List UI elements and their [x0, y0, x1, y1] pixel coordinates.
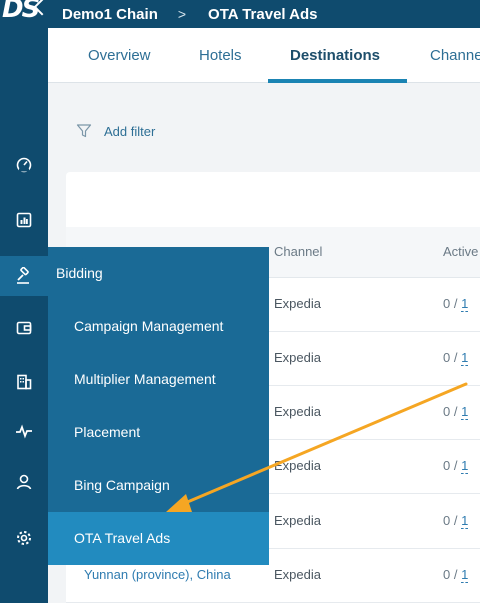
user-icon: [16, 474, 32, 490]
tab-channels[interactable]: Channels: [430, 28, 480, 83]
bidding-gavel-icon: [17, 267, 29, 284]
sidebar-item-dashboard[interactable]: [0, 144, 48, 184]
reports-chart-icon: [16, 212, 32, 228]
tab-overview[interactable]: Overview: [88, 28, 151, 83]
menu-item-placement[interactable]: Placement: [48, 406, 269, 459]
cell-destination[interactable]: Yunnan (province), China: [84, 567, 231, 582]
cell-channel: Expedia: [274, 350, 321, 365]
sidebar-rail: [0, 28, 48, 603]
sidebar-item-user[interactable]: [0, 462, 48, 502]
cell-active: 0 / 1: [443, 350, 469, 366]
cell-channel: Expedia: [274, 567, 321, 582]
column-header-channel[interactable]: Channel: [274, 244, 322, 259]
activity-pulse-icon: [16, 424, 32, 439]
breadcrumb: Demo1 Chain > OTA Travel Ads: [62, 0, 318, 28]
active-count-link[interactable]: 1: [461, 567, 469, 583]
cell-channel: Expedia: [274, 513, 321, 528]
active-count-link[interactable]: 1: [461, 458, 469, 474]
active-count-link[interactable]: 1: [461, 350, 469, 366]
dashboard-gauge-icon: [16, 157, 32, 173]
active-count-link[interactable]: 1: [461, 404, 469, 420]
cell-channel: Expedia: [274, 296, 321, 311]
menu-item-ota-travel-ads[interactable]: OTA Travel Ads: [48, 512, 269, 565]
tab-destinations[interactable]: Destinations: [290, 28, 380, 83]
tab-bar: Overview Hotels Destinations Channels: [48, 28, 480, 83]
sidebar-item-activity[interactable]: [0, 411, 48, 451]
cell-active: 0 / 1: [443, 513, 469, 529]
menu-item-multiplier-management[interactable]: Multiplier Management: [48, 353, 269, 406]
active-tab-indicator: [268, 79, 407, 83]
cell-active: 0 / 1: [443, 296, 469, 312]
cell-active: 0 / 1: [443, 404, 469, 420]
breadcrumb-separator: >: [177, 6, 187, 22]
menu-item-bing-campaign[interactable]: Bing Campaign: [48, 459, 269, 512]
breadcrumb-item-current: OTA Travel Ads: [208, 5, 318, 23]
sidebar-item-wallet[interactable]: [0, 308, 48, 348]
settings-gear-icon: [17, 531, 31, 545]
column-header-active[interactable]: Active: [443, 244, 478, 259]
add-filter-button[interactable]: Add filter: [76, 121, 155, 141]
flyout-title: Bidding: [56, 265, 103, 281]
logo-text: DS: [2, 0, 40, 24]
sidebar-item-bidding[interactable]: [0, 256, 48, 296]
active-count-link[interactable]: 1: [461, 513, 469, 529]
sidebar-item-reports[interactable]: [0, 200, 48, 240]
menu-item-campaign-management[interactable]: Campaign Management: [48, 300, 269, 353]
sidebar-item-settings[interactable]: [0, 518, 48, 558]
active-count-link[interactable]: 1: [461, 296, 469, 312]
add-filter-label: Add filter: [104, 123, 156, 139]
breadcrumb-item-chain[interactable]: Demo1 Chain: [62, 6, 158, 23]
cell-active: 0 / 1: [443, 567, 469, 583]
wallet-icon: [16, 321, 32, 335]
filter-icon: [76, 124, 92, 138]
app-logo[interactable]: DS: [0, 0, 51, 28]
cell-channel: Expedia: [274, 404, 321, 419]
cell-channel: Expedia: [274, 458, 321, 473]
hotel-building-icon: [17, 374, 32, 390]
sidebar-item-hotels[interactable]: [0, 362, 48, 402]
tab-hotels[interactable]: Hotels: [199, 28, 242, 83]
bidding-flyout-menu: Bidding Campaign Management Multiplier M…: [48, 247, 269, 565]
cell-active: 0 / 1: [443, 458, 469, 474]
